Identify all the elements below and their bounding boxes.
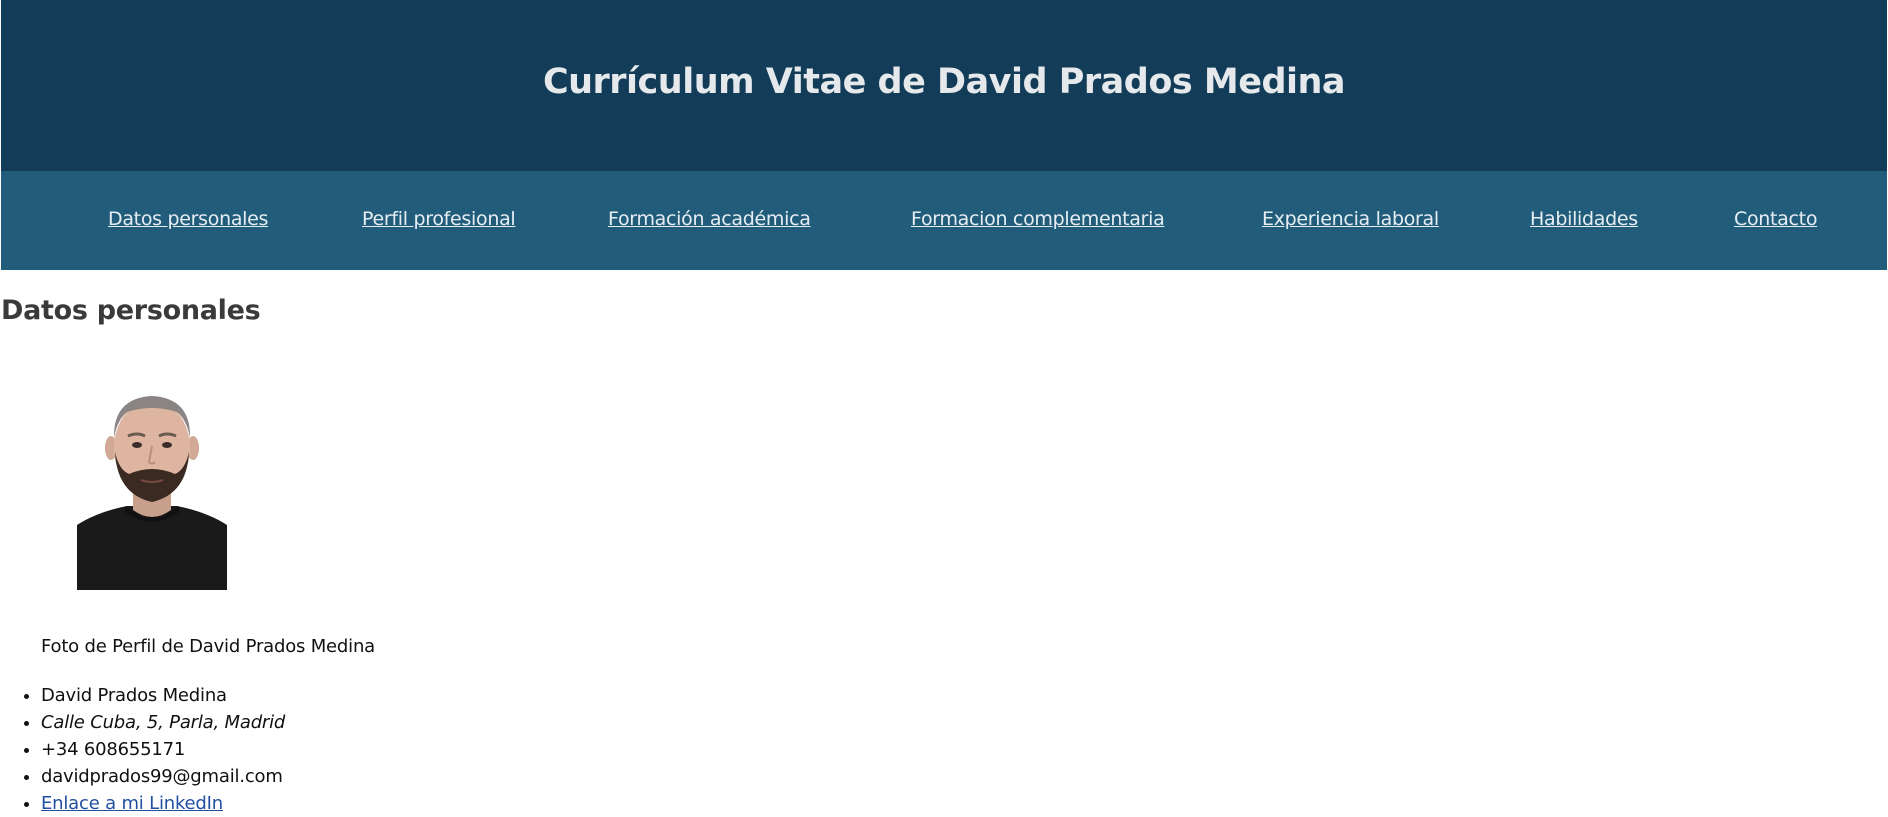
nav-link-experiencia-laboral[interactable]: Experiencia laboral xyxy=(1262,208,1439,230)
main-nav: Datos personales Perfil profesional Form… xyxy=(1,171,1887,270)
personal-details-list: David Prados Medina Calle Cuba, 5, Parla… xyxy=(0,682,285,817)
nav-link-formacion-academica[interactable]: Formación académica xyxy=(608,208,811,230)
nav-link-perfil-profesional[interactable]: Perfil profesional xyxy=(362,208,516,230)
detail-address: Calle Cuba, 5, Parla, Madrid xyxy=(41,709,285,736)
nav-link-contacto[interactable]: Contacto xyxy=(1734,208,1817,230)
detail-email: davidprados99@gmail.com xyxy=(41,763,285,790)
page-title: Currículum Vitae de David Prados Medina xyxy=(542,61,1346,102)
profile-photo xyxy=(77,390,227,590)
linkedin-link[interactable]: Enlace a mi LinkedIn xyxy=(41,793,223,814)
nav-link-formacion-complementaria[interactable]: Formacion complementaria xyxy=(911,208,1165,230)
page-header: Currículum Vitae de David Prados Medina xyxy=(1,0,1887,171)
detail-linkedin: Enlace a mi LinkedIn xyxy=(41,790,285,817)
detail-phone: +34 608655171 xyxy=(41,736,285,763)
nav-link-habilidades[interactable]: Habilidades xyxy=(1530,208,1638,230)
detail-name: David Prados Medina xyxy=(41,682,285,709)
photo-caption: Foto de Perfil de David Prados Medina xyxy=(41,636,375,657)
section-title: Datos personales xyxy=(1,295,261,326)
nav-link-datos-personales[interactable]: Datos personales xyxy=(108,208,268,230)
